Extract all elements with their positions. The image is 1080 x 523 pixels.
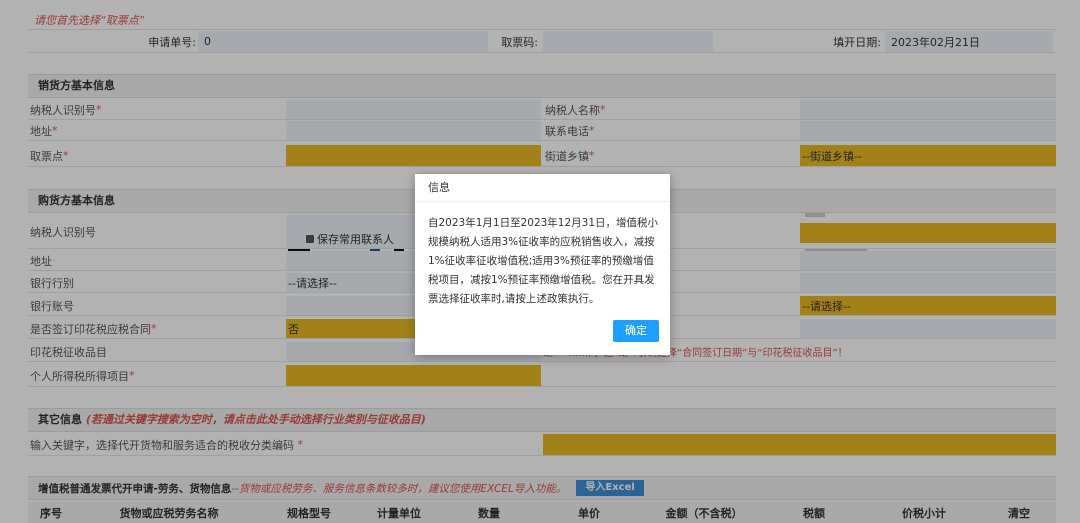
dialog-title: 信息	[415, 174, 670, 202]
dialog-message: 自2023年1月1日至2023年12月31日，增值税小规模纳税人适用3%征收率的…	[428, 217, 659, 305]
info-dialog: 信息 自2023年1月1日至2023年12月31日，增值税小规模纳税人适用3%征…	[415, 174, 670, 355]
confirm-button[interactable]: 确定	[613, 320, 659, 342]
